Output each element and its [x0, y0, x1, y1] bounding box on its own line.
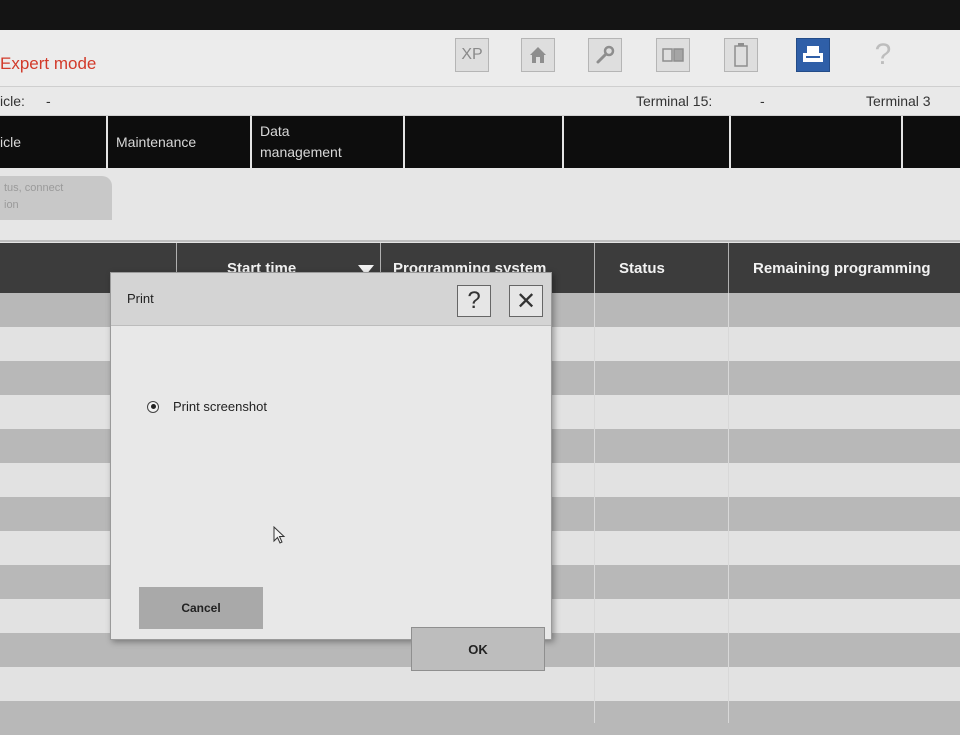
radio-button[interactable] — [147, 400, 159, 413]
printer-icon — [803, 46, 823, 62]
tab-vehicle-label: icle — [0, 133, 22, 150]
dialog-close-button[interactable]: ✕ — [509, 285, 543, 317]
print-screenshot-option[interactable]: Print screenshot — [147, 399, 267, 414]
tab-maintenance-label: Maintenance — [116, 133, 197, 150]
tab-data-management-label: Data management — [260, 123, 342, 160]
column-divider — [594, 293, 595, 723]
app-title: Expert mode — [0, 54, 97, 73]
xp-button[interactable]: XP — [455, 38, 489, 72]
mouse-cursor-icon — [273, 526, 286, 544]
home-button[interactable] — [521, 38, 555, 72]
subtab-label-line2: ion — [4, 199, 19, 211]
main-nav: icle Maintenance Data management — [0, 116, 960, 168]
terminal15-value: - — [760, 93, 765, 109]
column-header-remaining-programming[interactable]: Remaining programming — [728, 243, 960, 293]
print-button[interactable] — [796, 38, 830, 72]
cancel-label: Cancel — [181, 601, 221, 615]
ok-button[interactable]: OK — [411, 627, 545, 671]
tab-vehicle[interactable]: icle — [0, 116, 108, 168]
vehicle-label: icle: — [0, 93, 25, 109]
info-bar: icle: - Terminal 15: - Terminal 3 — [0, 87, 960, 116]
tab-empty-3[interactable] — [731, 116, 903, 168]
tab-empty-4[interactable] — [903, 116, 960, 168]
battery-button[interactable] — [724, 38, 758, 72]
battery-icon — [734, 43, 748, 67]
home-icon — [530, 47, 546, 63]
subtab-area: tus, connect ion — [0, 168, 960, 242]
tab-data-management[interactable]: Data management — [252, 116, 405, 168]
column-header-status-label: Status — [619, 259, 665, 277]
help-button[interactable]: ? — [866, 38, 900, 72]
display-button[interactable] — [656, 38, 690, 72]
radio-selected-dot — [150, 404, 156, 409]
print-screenshot-label: Print screenshot — [173, 399, 267, 414]
table-row[interactable] — [0, 667, 960, 701]
column-header-remaining-programming-label: Remaining programming — [753, 259, 931, 277]
terminal15-label: Terminal 15: — [636, 93, 713, 109]
column-divider — [728, 293, 729, 723]
question-icon: ? — [467, 287, 481, 314]
help-label: ? — [874, 38, 892, 71]
tab-empty-1[interactable] — [405, 116, 564, 168]
cancel-button[interactable]: Cancel — [139, 587, 263, 629]
wrench-icon — [596, 45, 615, 64]
terminal30-label: Terminal 3 — [866, 93, 931, 109]
column-header-status[interactable]: Status — [594, 243, 728, 293]
dialog-title: Print — [127, 291, 154, 306]
dialog-help-button[interactable]: ? — [457, 285, 491, 317]
subtab-label-line1: tus, connect — [4, 182, 64, 194]
print-dialog: Print ? ✕ Print screenshot Cancel OK — [110, 272, 552, 671]
display-icon — [662, 48, 684, 62]
tab-maintenance[interactable]: Maintenance — [108, 116, 252, 168]
table-row[interactable] — [0, 701, 960, 735]
subtab-status-connection[interactable]: tus, connect ion — [0, 176, 112, 220]
app-header: Expert mode XP ? — [0, 30, 960, 87]
xp-label: XP — [461, 46, 483, 63]
vehicle-value: - — [46, 93, 51, 109]
ok-label: OK — [468, 641, 488, 657]
close-icon: ✕ — [515, 287, 537, 315]
dialog-titlebar: Print ? ✕ — [111, 273, 551, 326]
wrench-button[interactable] — [588, 38, 622, 72]
app-window: Expert mode XP ? icle: - Terminal 15: - … — [0, 30, 960, 735]
tab-empty-2[interactable] — [564, 116, 731, 168]
